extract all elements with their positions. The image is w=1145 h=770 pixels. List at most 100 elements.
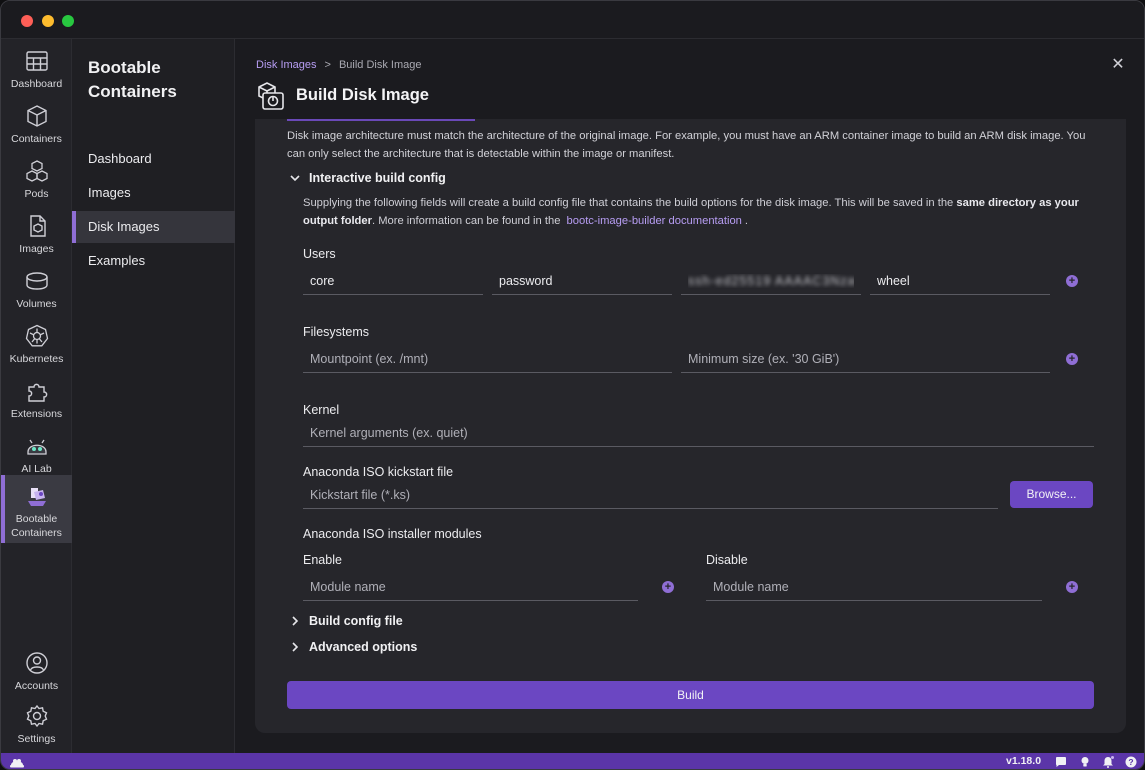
breadcrumb-separator: > xyxy=(324,59,331,71)
plus-icon: + xyxy=(1068,275,1076,287)
accounts-icon xyxy=(25,652,48,674)
minimum-size-input[interactable] xyxy=(681,345,1050,373)
lightbulb-icon[interactable] xyxy=(1079,756,1091,768)
rail-label: Containers xyxy=(11,133,62,145)
user-ssh-key-input[interactable] xyxy=(681,267,861,295)
add-disable-module-button[interactable]: + xyxy=(1066,581,1078,593)
sidebar-item-examples[interactable]: Examples xyxy=(72,245,235,277)
nav-rail: Dashboard Containers Pods Images Volumes… xyxy=(1,39,72,753)
rail-label: Accounts xyxy=(14,680,59,692)
breadcrumb-link-disk-images[interactable]: Disk Images xyxy=(256,59,317,71)
kickstart-label: Anaconda ISO kickstart file xyxy=(303,465,454,479)
rail-item-ai-lab[interactable]: AI Lab xyxy=(1,424,72,479)
app-window: Dashboard Containers Pods Images Volumes… xyxy=(0,0,1145,770)
add-user-button[interactable]: + xyxy=(1066,275,1078,287)
disable-label: Disable xyxy=(706,553,748,567)
rail-item-containers[interactable]: Containers xyxy=(1,94,72,149)
installer-modules-label: Anaconda ISO installer modules xyxy=(303,527,482,541)
dashboard-icon xyxy=(25,51,48,71)
page-header: Disk Images > Build Disk Image Build Disk … xyxy=(235,39,1144,119)
bootable-containers-sidebar: Bootable Containers Dashboard Images Dis… xyxy=(72,39,235,753)
sidebar-item-dashboard[interactable]: Dashboard xyxy=(72,143,235,175)
architecture-note: Disk image architecture must match the a… xyxy=(287,130,1086,160)
disable-module-input[interactable] xyxy=(706,573,1042,601)
section-title: Interactive build config xyxy=(309,171,446,185)
section-title: Build config file xyxy=(309,614,403,628)
description-text: . More information can be found in the xyxy=(371,214,561,227)
rail-label: Volumes xyxy=(16,298,57,310)
advanced-options-toggle[interactable]: Advanced options xyxy=(290,640,417,654)
section-title: Advanced options xyxy=(309,640,418,654)
rail-label: Bootable Containers xyxy=(11,513,62,539)
sidebar-title: Bootable Containers xyxy=(88,58,177,101)
user-name-input[interactable] xyxy=(303,267,483,295)
description-text: . xyxy=(744,214,749,227)
main-content: Disk Images > Build Disk Image Build Disk … xyxy=(235,39,1144,753)
minimize-window-button[interactable] xyxy=(42,15,54,27)
mountpoint-input[interactable] xyxy=(303,345,672,373)
bootc-docs-link[interactable]: bootc-image-builder documentation xyxy=(567,215,742,227)
add-filesystem-button[interactable]: + xyxy=(1066,353,1078,365)
chat-icon[interactable] xyxy=(1055,756,1067,768)
sidebar-item-disk-images[interactable]: Disk Images xyxy=(72,211,235,243)
plus-icon: + xyxy=(1068,581,1076,593)
rail-item-settings[interactable]: Settings xyxy=(1,694,72,749)
rail-item-images[interactable]: Images xyxy=(1,204,72,259)
podman-desktop-icon[interactable] xyxy=(9,755,25,769)
help-icon[interactable]: ? xyxy=(1125,756,1137,768)
kernel-label: Kernel xyxy=(303,403,340,417)
browse-button[interactable]: Browse... xyxy=(1010,481,1093,508)
settings-icon xyxy=(26,704,47,728)
rail-label: Pods xyxy=(24,188,49,200)
rail-label: Dashboard xyxy=(10,78,63,90)
rail-item-dashboard[interactable]: Dashboard xyxy=(1,39,72,94)
close-icon[interactable]: ✕ xyxy=(1110,57,1126,73)
breadcrumb: Disk Images > Build Disk Image xyxy=(256,59,422,71)
title-bar xyxy=(1,1,1144,39)
filesystems-label: Filesystems xyxy=(303,325,369,339)
ai-lab-icon xyxy=(26,439,47,455)
chevron-right-icon xyxy=(292,616,299,626)
plus-icon: + xyxy=(1068,353,1076,365)
description-text: Supplying the following fields will crea… xyxy=(303,197,954,209)
bootable-containers-icon xyxy=(27,488,46,506)
rail-label: Kubernetes xyxy=(9,353,64,365)
build-config-file-toggle[interactable]: Build config file xyxy=(290,614,403,628)
containers-icon xyxy=(26,105,47,127)
images-icon xyxy=(29,215,46,237)
interactive-build-config-toggle[interactable]: Interactive build config xyxy=(290,171,446,185)
kernel-arguments-input[interactable] xyxy=(303,419,1094,447)
rail-label: Images xyxy=(19,243,54,255)
rail-item-bootable-containers[interactable]: Bootable Containers xyxy=(1,475,72,543)
rail-label: Extensions xyxy=(10,408,63,420)
rail-item-accounts[interactable]: Accounts xyxy=(1,641,72,696)
scroll-edge-indicator xyxy=(287,119,475,121)
pods-icon xyxy=(25,160,48,182)
rail-item-pods[interactable]: Pods xyxy=(1,149,72,204)
version-label: v1.18.0 xyxy=(1006,755,1042,767)
rail-item-kubernetes[interactable]: Kubernetes xyxy=(1,314,72,369)
kickstart-file-input[interactable] xyxy=(303,481,998,509)
rail-item-extensions[interactable]: Extensions xyxy=(1,369,72,424)
add-enable-module-button[interactable]: + xyxy=(662,581,674,593)
status-bar: v1.18.0 ? xyxy=(1,753,1144,769)
kubernetes-icon xyxy=(25,324,48,347)
maximize-window-button[interactable] xyxy=(62,15,74,27)
rail-item-volumes[interactable]: Volumes xyxy=(1,259,72,314)
page-title: Build Disk Image xyxy=(296,86,429,104)
build-form-panel: Disk image architecture must match the a… xyxy=(255,119,1126,733)
sidebar-item-images[interactable]: Images xyxy=(72,177,235,209)
user-password-input[interactable] xyxy=(492,267,672,295)
rail-label: AI Lab xyxy=(21,463,52,475)
build-button[interactable]: Build xyxy=(287,681,1094,709)
enable-module-input[interactable] xyxy=(303,573,638,601)
chevron-down-icon xyxy=(290,175,300,182)
user-groups-input[interactable] xyxy=(870,267,1050,295)
build-disk-image-icon xyxy=(258,82,284,110)
close-window-button[interactable] xyxy=(21,15,33,27)
svg-text:?: ? xyxy=(1128,757,1133,767)
bell-icon[interactable] xyxy=(1102,756,1114,768)
volumes-icon xyxy=(25,272,48,290)
enable-label: Enable xyxy=(303,553,342,567)
plus-icon: + xyxy=(664,581,672,593)
